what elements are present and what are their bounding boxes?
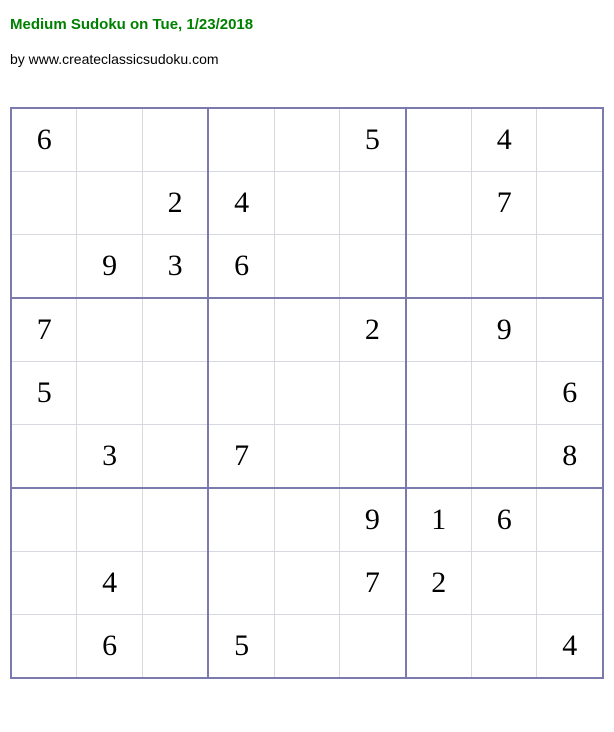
sudoku-cell[interactable]	[537, 108, 603, 172]
sudoku-cell[interactable]	[11, 235, 77, 299]
sudoku-cell[interactable]	[274, 235, 339, 299]
sudoku-cell[interactable]: 5	[208, 615, 274, 679]
sudoku-cell[interactable]	[77, 108, 142, 172]
sudoku-cell[interactable]	[77, 362, 142, 425]
sudoku-cell[interactable]	[472, 615, 537, 679]
sudoku-cell[interactable]	[11, 488, 77, 552]
sudoku-cell[interactable]	[274, 552, 339, 615]
sudoku-cell[interactable]	[537, 235, 603, 299]
sudoku-cell[interactable]	[77, 488, 142, 552]
sudoku-grid: 65424793672956378916472654	[10, 107, 604, 679]
sudoku-cell[interactable]	[77, 298, 142, 362]
sudoku-cell[interactable]	[274, 488, 339, 552]
sudoku-cell[interactable]: 4	[537, 615, 603, 679]
sudoku-cell[interactable]: 2	[340, 298, 406, 362]
sudoku-cell[interactable]: 3	[142, 235, 208, 299]
sudoku-cell[interactable]: 4	[77, 552, 142, 615]
sudoku-cell[interactable]	[142, 362, 208, 425]
sudoku-cell[interactable]: 3	[77, 425, 142, 489]
sudoku-cell[interactable]	[340, 425, 406, 489]
sudoku-cell[interactable]: 7	[340, 552, 406, 615]
sudoku-cell[interactable]	[537, 298, 603, 362]
sudoku-cell[interactable]	[472, 425, 537, 489]
sudoku-cell[interactable]: 5	[11, 362, 77, 425]
sudoku-cell[interactable]: 6	[472, 488, 537, 552]
sudoku-cell[interactable]	[11, 615, 77, 679]
sudoku-cell[interactable]: 6	[11, 108, 77, 172]
sudoku-cell[interactable]	[274, 298, 339, 362]
sudoku-cell[interactable]: 6	[537, 362, 603, 425]
sudoku-cell[interactable]	[142, 488, 208, 552]
sudoku-cell[interactable]: 4	[472, 108, 537, 172]
sudoku-cell[interactable]	[142, 425, 208, 489]
sudoku-cell[interactable]	[406, 362, 472, 425]
sudoku-cell[interactable]	[11, 172, 77, 235]
sudoku-cell[interactable]: 1	[406, 488, 472, 552]
sudoku-cell[interactable]	[208, 362, 274, 425]
sudoku-cell[interactable]	[472, 362, 537, 425]
sudoku-cell[interactable]	[274, 108, 339, 172]
sudoku-cell[interactable]: 7	[472, 172, 537, 235]
sudoku-cell[interactable]	[142, 615, 208, 679]
sudoku-cell[interactable]: 2	[142, 172, 208, 235]
sudoku-cell[interactable]: 2	[406, 552, 472, 615]
sudoku-cell[interactable]	[340, 362, 406, 425]
sudoku-cell[interactable]	[537, 172, 603, 235]
sudoku-cell[interactable]	[472, 235, 537, 299]
sudoku-cell[interactable]	[537, 488, 603, 552]
sudoku-cell[interactable]: 4	[208, 172, 274, 235]
sudoku-cell[interactable]: 6	[208, 235, 274, 299]
sudoku-cell[interactable]	[208, 488, 274, 552]
sudoku-cell[interactable]	[537, 552, 603, 615]
sudoku-cell[interactable]: 7	[11, 298, 77, 362]
sudoku-cell[interactable]	[406, 425, 472, 489]
sudoku-cell[interactable]	[406, 172, 472, 235]
sudoku-cell[interactable]	[406, 108, 472, 172]
sudoku-cell[interactable]	[406, 298, 472, 362]
sudoku-cell[interactable]	[208, 108, 274, 172]
sudoku-cell[interactable]	[274, 615, 339, 679]
sudoku-cell[interactable]	[142, 108, 208, 172]
byline: by www.createclassicsudoku.com	[10, 51, 604, 67]
sudoku-cell[interactable]	[142, 298, 208, 362]
sudoku-cell[interactable]	[77, 172, 142, 235]
page-title: Medium Sudoku on Tue, 1/23/2018	[10, 16, 604, 33]
sudoku-cell[interactable]	[340, 172, 406, 235]
sudoku-cell[interactable]	[406, 615, 472, 679]
sudoku-cell[interactable]	[11, 425, 77, 489]
sudoku-cell[interactable]	[274, 425, 339, 489]
sudoku-cell[interactable]	[11, 552, 77, 615]
sudoku-cell[interactable]: 9	[472, 298, 537, 362]
sudoku-cell[interactable]	[274, 362, 339, 425]
sudoku-cell[interactable]	[472, 552, 537, 615]
sudoku-cell[interactable]	[208, 298, 274, 362]
sudoku-cell[interactable]: 6	[77, 615, 142, 679]
sudoku-cell[interactable]	[340, 615, 406, 679]
sudoku-cell[interactable]: 9	[77, 235, 142, 299]
sudoku-cell[interactable]	[142, 552, 208, 615]
sudoku-cell[interactable]: 5	[340, 108, 406, 172]
sudoku-cell[interactable]: 9	[340, 488, 406, 552]
sudoku-cell[interactable]: 8	[537, 425, 603, 489]
sudoku-cell[interactable]	[274, 172, 339, 235]
sudoku-cell[interactable]	[406, 235, 472, 299]
sudoku-cell[interactable]: 7	[208, 425, 274, 489]
sudoku-cell[interactable]	[208, 552, 274, 615]
sudoku-cell[interactable]	[340, 235, 406, 299]
